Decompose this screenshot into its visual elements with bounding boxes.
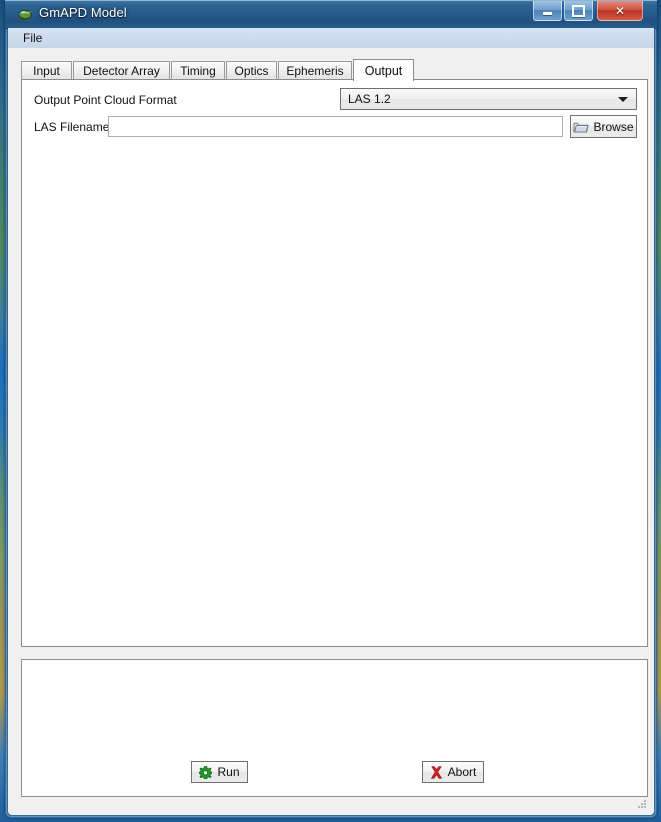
menu-item-file[interactable]: File bbox=[19, 30, 46, 46]
output-tab-panel: Output Point Cloud Format LAS 1.2 LAS Fi… bbox=[21, 79, 648, 647]
minimize-button[interactable] bbox=[533, 1, 562, 21]
menu-bar: File bbox=[8, 28, 654, 49]
application-window: GmAPD Model ✕ File Input Detector Array … bbox=[5, 0, 657, 818]
output-format-combobox[interactable]: LAS 1.2 bbox=[340, 88, 637, 110]
abort-button[interactable]: Abort bbox=[422, 761, 484, 783]
tab-output[interactable]: Output bbox=[353, 59, 414, 81]
abort-button-label: Abort bbox=[447, 765, 477, 779]
chevron-down-icon bbox=[618, 97, 628, 102]
tab-strip: Input Detector Array Timing Optics Ephem… bbox=[21, 59, 648, 81]
title-bar[interactable]: GmAPD Model ✕ bbox=[5, 0, 657, 29]
output-format-label: Output Point Cloud Format bbox=[34, 93, 177, 107]
tab-ephemeris[interactable]: Ephemeris bbox=[278, 61, 352, 80]
close-icon: ✕ bbox=[614, 3, 626, 18]
resize-grip-icon[interactable] bbox=[636, 798, 648, 810]
browse-button-label: Browse bbox=[593, 119, 634, 134]
output-format-selected-value: LAS 1.2 bbox=[348, 92, 391, 106]
las-filename-input[interactable] bbox=[108, 116, 563, 137]
tab-optics[interactable]: Optics bbox=[226, 61, 277, 80]
run-button-label: Run bbox=[217, 765, 240, 779]
folder-icon bbox=[573, 120, 589, 134]
minimize-icon bbox=[534, 1, 561, 20]
tab-detector-array[interactable]: Detector Array bbox=[73, 61, 170, 80]
maximize-icon bbox=[565, 1, 592, 20]
red-x-icon bbox=[430, 765, 443, 779]
log-output-panel[interactable] bbox=[21, 659, 648, 797]
window-title: GmAPD Model bbox=[39, 5, 127, 20]
tab-timing[interactable]: Timing bbox=[171, 61, 225, 80]
browse-button[interactable]: Browse bbox=[570, 115, 637, 138]
las-filename-label: LAS Filename bbox=[34, 120, 110, 134]
run-button[interactable]: Run bbox=[191, 761, 248, 783]
tab-input[interactable]: Input bbox=[21, 61, 72, 80]
log-output-text bbox=[22, 660, 647, 666]
maximize-button[interactable] bbox=[564, 1, 593, 21]
globe-icon bbox=[17, 6, 33, 22]
gear-icon bbox=[199, 765, 213, 779]
close-button[interactable]: ✕ bbox=[597, 1, 643, 21]
client-area: Input Detector Array Timing Optics Ephem… bbox=[8, 48, 654, 815]
